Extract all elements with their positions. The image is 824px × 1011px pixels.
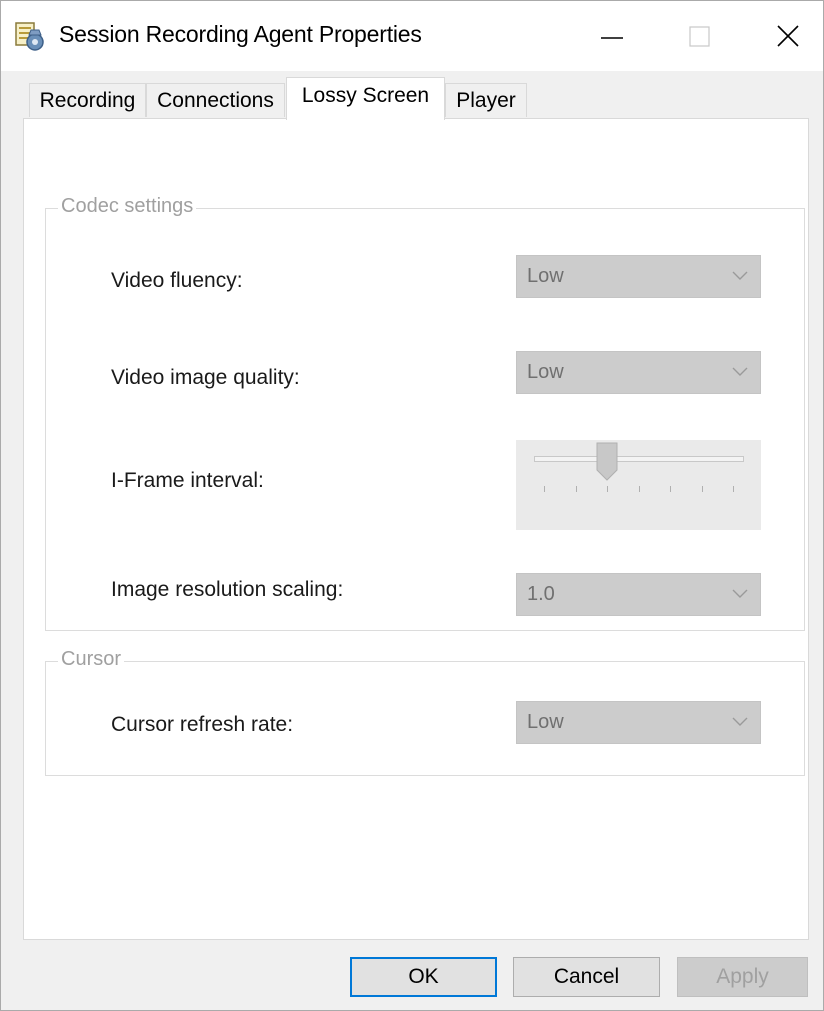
slider-track xyxy=(534,456,744,462)
video-image-quality-label: Video image quality: xyxy=(111,366,300,389)
properties-dialog: Session Recording Agent Properties Recor… xyxy=(0,0,824,1011)
image-resolution-scaling-value: 1.0 xyxy=(527,583,555,605)
slider-tick xyxy=(544,486,545,492)
chevron-down-icon xyxy=(732,589,748,598)
cancel-button[interactable]: Cancel xyxy=(513,957,660,997)
slider-tick xyxy=(639,486,640,492)
minimize-button[interactable] xyxy=(578,9,648,63)
close-icon xyxy=(777,25,799,47)
slider-tick xyxy=(576,486,577,492)
ok-button[interactable]: OK xyxy=(350,957,497,997)
video-fluency-value: Low xyxy=(527,265,564,287)
window-title: Session Recording Agent Properties xyxy=(59,21,422,47)
image-resolution-scaling-select[interactable]: 1.0 xyxy=(516,573,761,616)
slider-thumb[interactable] xyxy=(596,442,618,482)
tab-lossy-screen[interactable]: Lossy Screen xyxy=(286,77,445,120)
chevron-down-icon xyxy=(732,717,748,726)
iframe-interval-label: I-Frame interval: xyxy=(111,469,264,492)
slider-tick xyxy=(702,486,703,492)
chevron-down-icon xyxy=(732,271,748,280)
cursor-refresh-rate-select[interactable]: Low xyxy=(516,701,761,744)
video-image-quality-value: Low xyxy=(527,361,564,383)
slider-tick xyxy=(733,486,734,492)
chevron-down-icon xyxy=(732,367,748,376)
close-button[interactable] xyxy=(753,9,823,63)
maximize-icon xyxy=(689,26,710,47)
video-fluency-label: Video fluency: xyxy=(111,269,243,292)
video-fluency-select[interactable]: Low xyxy=(516,255,761,298)
title-bar[interactable]: Session Recording Agent Properties xyxy=(1,1,823,71)
minimize-icon xyxy=(601,37,623,39)
iframe-interval-slider[interactable] xyxy=(516,440,761,530)
cursor-legend: Cursor xyxy=(58,648,125,671)
slider-tick xyxy=(670,486,671,492)
tab-connections[interactable]: Connections xyxy=(146,83,285,117)
app-icon xyxy=(15,22,44,51)
tab-recording[interactable]: Recording xyxy=(29,83,146,117)
video-image-quality-select[interactable]: Low xyxy=(516,351,761,394)
image-resolution-scaling-label: Image resolution scaling: xyxy=(111,578,344,601)
cursor-refresh-rate-label: Cursor refresh rate: xyxy=(111,713,294,736)
codec-settings-legend: Codec settings xyxy=(58,195,197,218)
apply-button[interactable]: Apply xyxy=(677,957,808,997)
cursor-refresh-rate-value: Low xyxy=(527,711,564,733)
maximize-button xyxy=(666,9,736,63)
slider-tick xyxy=(607,486,608,492)
tab-player[interactable]: Player xyxy=(445,83,527,117)
